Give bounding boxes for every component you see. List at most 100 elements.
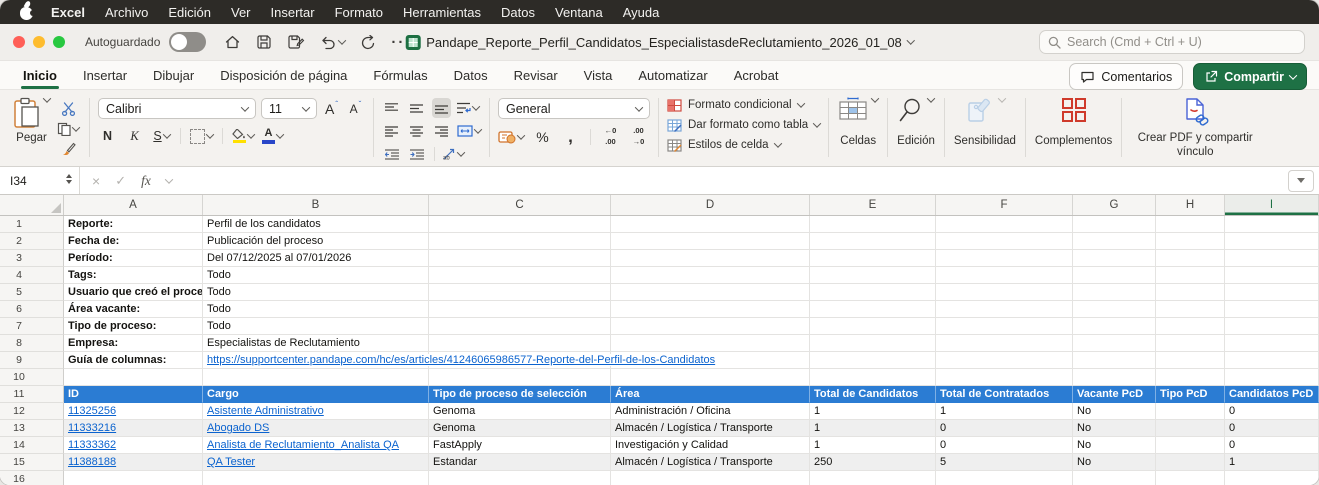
increase-decimal-button[interactable]: ←0.00 <box>601 127 620 147</box>
cell-D15[interactable]: Almacén / Logística / Transporte <box>611 454 810 471</box>
menu-item-edición[interactable]: Edición <box>158 5 221 20</box>
decrease-indent-button[interactable] <box>382 144 401 164</box>
cell-A6[interactable]: Área vacante: <box>64 301 203 318</box>
name-box[interactable]: I34 <box>0 167 80 194</box>
row-header-11[interactable]: 11 <box>0 386 64 403</box>
search-input[interactable]: Search (Cmd + Ctrl + U) <box>1039 30 1305 54</box>
create-pdf-button[interactable]: Crear PDF y compartir vínculo <box>1125 95 1265 160</box>
row-header-12[interactable]: 12 <box>0 403 64 420</box>
paste-button[interactable]: Pegar <box>13 94 52 161</box>
fx-chevron[interactable] <box>164 174 174 184</box>
cell-F1[interactable] <box>936 216 1073 233</box>
addins-button[interactable]: Complementos <box>1029 95 1118 160</box>
cell-E15[interactable]: 250 <box>810 454 936 471</box>
cell-E1[interactable] <box>810 216 936 233</box>
cell-E16[interactable] <box>810 471 936 485</box>
minimize-window-button[interactable] <box>33 36 45 48</box>
menu-app-name[interactable]: Excel <box>41 5 95 20</box>
cell-I3[interactable] <box>1225 250 1319 267</box>
cell-D1[interactable] <box>611 216 810 233</box>
row-header-3[interactable]: 3 <box>0 250 64 267</box>
table-header-G11[interactable]: Vacante PcD <box>1073 386 1156 403</box>
cell-G15[interactable]: No <box>1073 454 1156 471</box>
tab-automatizar[interactable]: Automatizar <box>625 61 720 89</box>
cell-E9[interactable] <box>810 352 936 369</box>
menu-item-datos[interactable]: Datos <box>491 5 545 20</box>
borders-button[interactable] <box>190 126 215 146</box>
wrap-text-button[interactable] <box>457 98 481 118</box>
cell-B2[interactable]: Publicación del proceso <box>203 233 429 250</box>
column-header-E[interactable]: E <box>810 195 936 215</box>
font-name-select[interactable]: Calibri <box>98 98 256 119</box>
cell-C3[interactable] <box>429 250 611 267</box>
percent-style-button[interactable]: % <box>533 127 552 147</box>
cell-F13[interactable]: 0 <box>936 420 1073 437</box>
cell-D10[interactable] <box>611 369 810 386</box>
cell-B8[interactable]: Especialistas de Reclutamiento <box>203 335 429 352</box>
cell-G1[interactable] <box>1073 216 1156 233</box>
tab-revisar[interactable]: Revisar <box>501 61 571 89</box>
column-header-A[interactable]: A <box>64 195 203 215</box>
row-header-10[interactable]: 10 <box>0 369 64 386</box>
home-button[interactable] <box>224 34 241 50</box>
column-header-I[interactable]: I <box>1225 195 1319 215</box>
cell-F7[interactable] <box>936 318 1073 335</box>
cell-C8[interactable] <box>429 335 611 352</box>
cell-F5[interactable] <box>936 284 1073 301</box>
filename-chevron-icon[interactable] <box>906 36 916 45</box>
format-as-table-button[interactable]: Dar formato como tabla <box>667 115 822 135</box>
cell-C4[interactable] <box>429 267 611 284</box>
font-color-button[interactable]: A <box>262 126 285 146</box>
tab-datos[interactable]: Datos <box>441 61 501 89</box>
accounting-format-button[interactable] <box>498 127 526 147</box>
cell-F6[interactable] <box>936 301 1073 318</box>
cell-A9[interactable]: Guía de columnas: <box>64 352 203 369</box>
table-link-B14[interactable]: Analista de Reclutamiento_Analista QA <box>207 439 399 451</box>
fill-color-button[interactable] <box>232 126 256 146</box>
autosave-toggle[interactable] <box>169 32 207 52</box>
cell-A16[interactable] <box>64 471 203 485</box>
tab-disposición-de-página[interactable]: Disposición de página <box>207 61 360 89</box>
number-format-select[interactable]: General <box>498 98 650 119</box>
table-header-B11[interactable]: Cargo <box>203 386 429 403</box>
undo-button[interactable] <box>320 35 347 50</box>
column-header-C[interactable]: C <box>429 195 611 215</box>
formula-input[interactable] <box>184 167 1288 194</box>
menu-item-formato[interactable]: Formato <box>325 5 393 20</box>
editing-chevron[interactable] <box>926 94 936 103</box>
cell-A4[interactable]: Tags: <box>64 267 203 284</box>
cell-H6[interactable] <box>1156 301 1225 318</box>
font-color-chevron[interactable] <box>275 130 285 139</box>
row-header-15[interactable]: 15 <box>0 454 64 471</box>
save-button[interactable] <box>256 34 272 50</box>
redo-button[interactable] <box>360 34 376 50</box>
tab-inicio[interactable]: Inicio <box>10 61 70 89</box>
menu-item-ver[interactable]: Ver <box>221 5 261 20</box>
cell-D2[interactable] <box>611 233 810 250</box>
cell-H13[interactable] <box>1156 420 1225 437</box>
cell-H7[interactable] <box>1156 318 1225 335</box>
menu-item-insertar[interactable]: Insertar <box>261 5 325 20</box>
align-right-button[interactable] <box>432 121 451 141</box>
cell-B16[interactable] <box>203 471 429 485</box>
select-all-corner[interactable] <box>0 195 64 215</box>
cell-G9[interactable] <box>1073 352 1156 369</box>
row-header-8[interactable]: 8 <box>0 335 64 352</box>
table-header-F11[interactable]: Total de Contratados <box>936 386 1073 403</box>
cell-D13[interactable]: Almacén / Logística / Transporte <box>611 420 810 437</box>
cell-I16[interactable] <box>1225 471 1319 485</box>
cell-F4[interactable] <box>936 267 1073 284</box>
align-top-button[interactable] <box>382 98 401 118</box>
table-header-H11[interactable]: Tipo PcD <box>1156 386 1225 403</box>
cell-C6[interactable] <box>429 301 611 318</box>
menu-item-ayuda[interactable]: Ayuda <box>613 5 670 20</box>
cell-B10[interactable] <box>203 369 429 386</box>
merge-center-button[interactable] <box>457 121 483 141</box>
cell-F16[interactable] <box>936 471 1073 485</box>
increase-indent-button[interactable] <box>407 144 426 164</box>
row-header-13[interactable]: 13 <box>0 420 64 437</box>
cell-styles-button[interactable]: Estilos de celda <box>667 135 820 155</box>
cell-I14[interactable]: 0 <box>1225 437 1319 454</box>
cell-H9[interactable] <box>1156 352 1225 369</box>
cell-E6[interactable] <box>810 301 936 318</box>
